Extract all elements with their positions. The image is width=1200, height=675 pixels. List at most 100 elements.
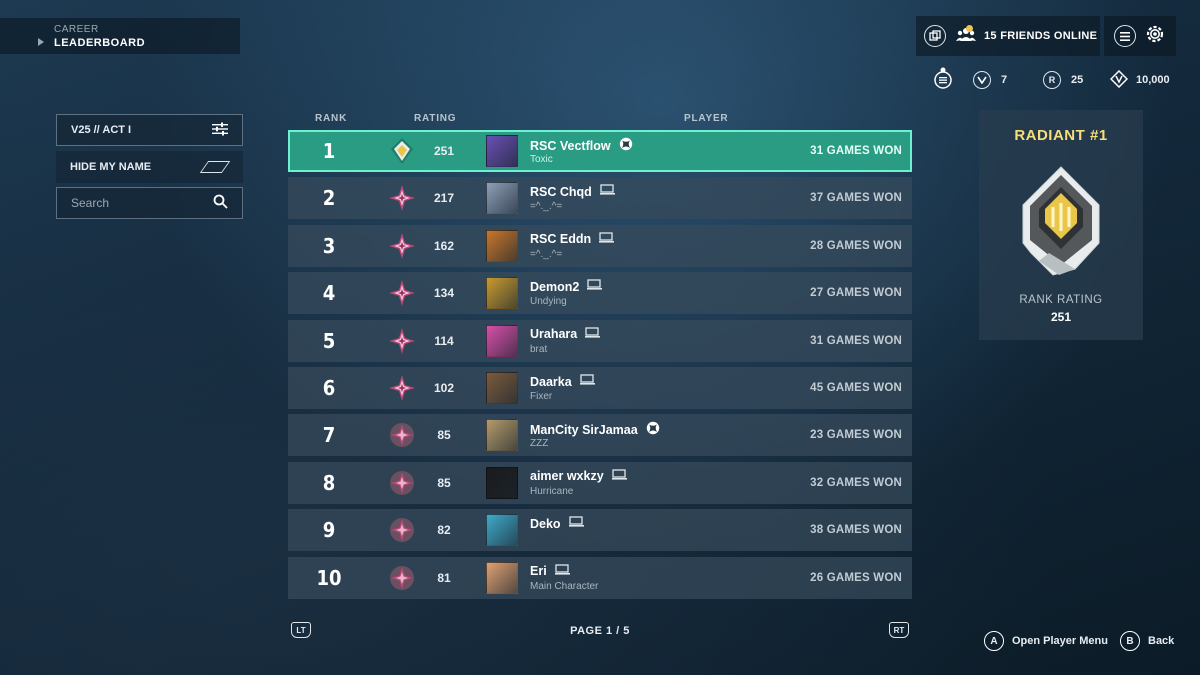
- radianite-value: 25: [1071, 74, 1084, 86]
- leaderboard-row[interactable]: 9 82 Deko 38 GAMES WON: [288, 509, 912, 552]
- a-button-icon: A: [984, 631, 1004, 651]
- rank-badge-icon: [388, 279, 416, 307]
- act-selector-label: V25 // ACT I: [71, 124, 132, 136]
- leaderboard-row[interactable]: 1 251 RSC Vectflow Toxic 31 GAMES WON: [288, 130, 912, 172]
- row-rank: 5: [322, 328, 336, 353]
- leaderboard-row[interactable]: 8 85 aimer wxkzy Hurricane 32 GAMES WON: [288, 461, 912, 504]
- rank-badge-icon: [388, 137, 416, 165]
- rank-rating-label: RANK RATING: [1019, 294, 1103, 306]
- party-icon[interactable]: [924, 25, 946, 47]
- kingdom-credits: 7: [973, 70, 1007, 90]
- row-rank: 2: [322, 186, 336, 211]
- pc-icon: [568, 516, 585, 531]
- column-header-rating: RATING: [414, 113, 457, 124]
- player-name: RSC Chqd: [530, 184, 592, 199]
- row-rating: 134: [433, 286, 455, 301]
- breadcrumb-arrow-icon: [38, 38, 44, 46]
- leaderboard-row[interactable]: 5 114 Urahara brat 31 GAMES WON: [288, 319, 912, 362]
- row-rating: 114: [434, 333, 454, 348]
- rank-badge-icon: [388, 327, 416, 355]
- pc-icon: [554, 563, 571, 579]
- breadcrumb-parent[interactable]: CAREER: [54, 24, 240, 35]
- player-title: Hurricane: [530, 485, 574, 497]
- pc-icon: [599, 184, 616, 199]
- player-name-line: RSC Eddn: [530, 232, 615, 247]
- row-rank: 10: [316, 565, 342, 590]
- menu-icon[interactable]: [1114, 25, 1136, 47]
- player-avatar: [486, 372, 518, 404]
- pc-icon: [579, 374, 596, 389]
- row-rank: 4: [322, 281, 336, 306]
- row-rating: 85: [437, 428, 451, 443]
- filter-sliders-icon: [212, 122, 228, 139]
- player-title: Toxic: [530, 154, 553, 165]
- open-player-menu-hint[interactable]: A Open Player Menu: [984, 631, 1108, 651]
- player-name: Deko: [530, 516, 561, 531]
- player-name-line: Daarka: [530, 374, 596, 389]
- search-icon[interactable]: [213, 194, 228, 212]
- valorant-points-value: 10,000: [1136, 74, 1170, 86]
- player-avatar: [486, 229, 518, 262]
- search-input[interactable]: [71, 196, 201, 210]
- row-rank: 7: [322, 423, 336, 448]
- settings-gear-icon[interactable]: [1144, 23, 1166, 50]
- row-rating: 102: [433, 381, 455, 395]
- leaderboard-row[interactable]: 3 162 RSC Eddn =^._.^= 28 GAMES WON: [288, 224, 912, 267]
- player-name-line: Deko: [530, 516, 585, 531]
- games-won: 31 GAMES WON: [810, 145, 902, 157]
- friends-online-label[interactable]: 15 FRIENDS ONLINE: [984, 30, 1097, 42]
- row-rating: 251: [433, 144, 455, 158]
- act-selector[interactable]: V25 // ACT I: [56, 114, 243, 146]
- player-title: =^._.^=: [530, 201, 563, 213]
- rank-badge-icon: [388, 421, 416, 449]
- rank-badge-icon: [388, 184, 416, 212]
- valorant-points: 10,000: [1109, 69, 1170, 90]
- breadcrumb-current: LEADERBOARD: [54, 37, 146, 49]
- leaderboard-row[interactable]: 2 217 RSC Chqd =^._.^= 37 GAMES WON: [288, 177, 912, 220]
- player-title: Fixer: [530, 391, 553, 402]
- xbox-icon: [619, 137, 633, 154]
- player-avatar: [486, 466, 518, 499]
- player-avatar: [486, 419, 518, 452]
- back-hint[interactable]: B Back: [1120, 631, 1174, 651]
- lt-button-icon[interactable]: LT: [291, 622, 311, 638]
- player-name: Daarka: [530, 374, 572, 389]
- games-won: 26 GAMES WON: [810, 571, 902, 584]
- breadcrumb: CAREER LEADERBOARD: [0, 18, 240, 54]
- games-won: 32 GAMES WON: [810, 476, 902, 489]
- hide-my-name-toggle[interactable]: HIDE MY NAME: [56, 151, 243, 183]
- row-rank: 6: [322, 376, 336, 400]
- rank-badge-icon: [388, 516, 416, 544]
- menu-settings-bar: [1104, 16, 1176, 56]
- leaderboard-row[interactable]: 4 134 Demon2 Undying 27 GAMES WON: [288, 272, 912, 315]
- toggle-switch-icon[interactable]: [201, 161, 229, 173]
- radianite-points: R 25: [1043, 70, 1083, 90]
- player-title: Undying: [530, 296, 567, 308]
- player-title: ZZZ: [530, 438, 549, 450]
- row-rating: 82: [437, 523, 451, 538]
- pc-icon: [587, 279, 603, 294]
- pc-icon: [585, 326, 601, 342]
- leaderboard-row[interactable]: 7 85 ManCity SirJamaa ZZZ 23 GAMES WON: [288, 414, 912, 457]
- player-name: aimer wxkzy: [530, 469, 604, 484]
- player-avatar: [486, 324, 518, 357]
- games-won: 27 GAMES WON: [810, 287, 902, 300]
- pc-icon: [599, 232, 615, 247]
- kingdom-credits-value: 7: [1001, 74, 1008, 86]
- games-won: 31 GAMES WON: [810, 334, 902, 347]
- row-rating: 85: [437, 475, 451, 490]
- player-title: =^._.^=: [530, 248, 563, 260]
- player-name-line: Urahara: [530, 326, 601, 342]
- player-name-line: RSC Vectflow: [530, 137, 633, 154]
- player-avatar: [486, 135, 518, 167]
- leaderboard-row[interactable]: 6 102 Daarka Fixer 45 GAMES WON: [288, 367, 912, 409]
- player-avatar: [486, 182, 518, 215]
- row-rating: 217: [433, 191, 455, 206]
- leaderboard-row[interactable]: 10 81 Eri Main Character 26 GAMES WON: [288, 556, 912, 599]
- rt-button-icon[interactable]: RT: [889, 622, 909, 638]
- store-icon[interactable]: [933, 66, 953, 95]
- player-title: brat: [530, 343, 548, 355]
- player-name-line: Demon2: [530, 279, 603, 294]
- player-name: RSC Vectflow: [530, 138, 611, 153]
- player-name-line: aimer wxkzy: [530, 469, 628, 484]
